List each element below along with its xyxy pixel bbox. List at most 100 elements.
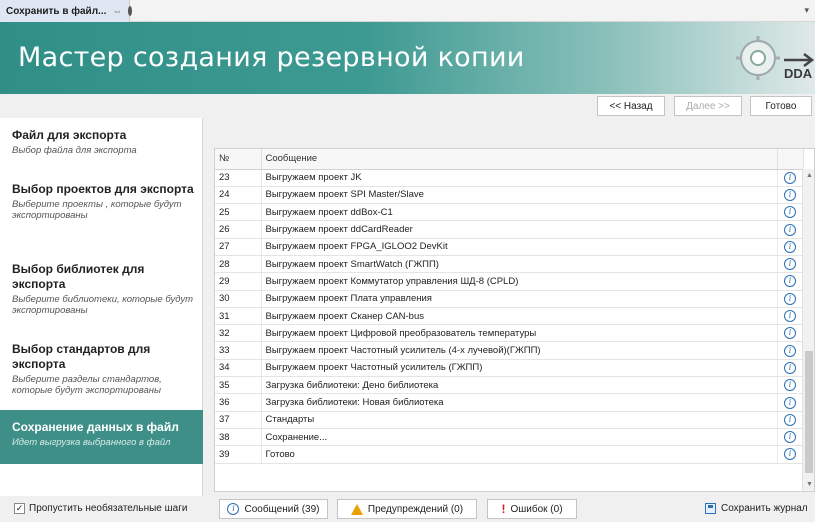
messages-filter-button[interactable]: i Сообщений (39)	[219, 499, 328, 519]
table-row[interactable]: 24 Выгружаем проект SPI Master/Slave i	[215, 186, 804, 205]
step-title: Выбор стандартов для экспорта	[12, 342, 151, 371]
row-status: i	[777, 393, 804, 412]
vertical-scrollbar[interactable]: ▲ ▼	[802, 169, 814, 491]
step-title: Выбор библиотек для экспорта	[12, 262, 145, 291]
table-row[interactable]: 35 Загрузка библиотеки: Дено библиотека i	[215, 376, 804, 395]
table-row[interactable]: 33 Выгружаем проект Частотный усилитель (…	[215, 341, 804, 360]
info-icon: i	[784, 188, 796, 201]
step-select-libraries[interactable]: Выбор библиотек для экспорта Выберите би…	[0, 262, 203, 316]
table-row[interactable]: 26 Выгружаем проект ddCardReader i	[215, 220, 804, 239]
step-save-data[interactable]: Сохранение данных в файл Идет выгрузка в…	[0, 410, 203, 464]
step-export-file[interactable]: Файл для экспорта Выбор файла для экспор…	[0, 128, 203, 156]
skip-optional-checkbox[interactable]: ✓	[14, 503, 25, 514]
row-message: Готово	[261, 445, 778, 464]
scroll-up-icon[interactable]: ▲	[806, 172, 813, 179]
tab-title: Сохранить в файл...	[6, 5, 107, 17]
step-description: Выберите библиотеки, которые будут экспо…	[12, 294, 194, 316]
info-icon: i	[784, 223, 796, 236]
table-row[interactable]: 32 Выгружаем проект Цифровой преобразоват…	[215, 324, 804, 343]
table-row[interactable]: 31 Выгружаем проект Сканер CAN-bus i	[215, 307, 804, 326]
warnings-filter-button[interactable]: Предупреждений (0)	[337, 499, 477, 519]
row-status: i	[777, 307, 804, 326]
row-message: Выгружаем проект Частотный усилитель (ГЖ…	[261, 359, 778, 378]
info-icon: i	[784, 396, 796, 409]
row-number: 34	[215, 359, 262, 378]
save-log-button[interactable]: Сохранить журнал	[705, 503, 808, 514]
wizard-banner: Мастер создания резервной копии DDA	[0, 22, 815, 94]
table-row[interactable]: 30 Выгружаем проект Плата управления i	[215, 290, 804, 308]
row-status: i	[777, 255, 804, 274]
row-number: 31	[215, 307, 262, 326]
done-button[interactable]: Готово	[750, 96, 812, 116]
row-message: Выгружаем проект Частотный усилитель (4-…	[261, 341, 778, 360]
save-log-label: Сохранить журнал	[721, 503, 808, 514]
next-button[interactable]: Далее >>	[674, 96, 742, 116]
row-message: Загрузка библиотеки: Новая библиотека	[261, 393, 778, 412]
info-icon: i	[784, 258, 796, 271]
row-number: 27	[215, 238, 262, 256]
table-row[interactable]: 36 Загрузка библиотеки: Новая библиотека i	[215, 393, 804, 412]
info-icon: i	[784, 240, 796, 253]
row-status: i	[777, 341, 804, 360]
row-status: i	[777, 220, 804, 239]
scroll-down-icon[interactable]: ▼	[806, 481, 813, 488]
wizard-nav-bar: << Назад Далее >> Готово	[0, 94, 815, 118]
row-number: 39	[215, 445, 262, 464]
step-select-standards[interactable]: Выбор стандартов для экспорта Выберите р…	[0, 342, 203, 396]
row-number: 24	[215, 186, 262, 205]
tab-save-to-file[interactable]: Сохранить в файл... ⇔	[0, 0, 133, 22]
row-number: 26	[215, 220, 262, 239]
table-row[interactable]: 25 Выгружаем проект ddBox-C1 i	[215, 203, 804, 222]
step-select-projects[interactable]: Выбор проектов для экспорта Выберите про…	[0, 182, 203, 221]
column-header-icon[interactable]	[777, 149, 804, 170]
row-number: 25	[215, 203, 262, 222]
table-row[interactable]: 34 Выгружаем проект Частотный усилитель (…	[215, 359, 804, 378]
info-icon: i	[784, 310, 796, 323]
row-status: i	[777, 411, 804, 429]
column-header-number[interactable]: №	[215, 149, 262, 170]
row-status: i	[777, 359, 804, 378]
info-icon: i	[784, 206, 796, 219]
row-status: i	[777, 186, 804, 205]
table-row[interactable]: 39 Готово i	[215, 445, 804, 464]
chevron-down-icon[interactable]: ▾	[804, 5, 809, 16]
table-row[interactable]: 38 Сохранение... i	[215, 428, 804, 447]
errors-filter-button[interactable]: ! Ошибок (0)	[487, 499, 577, 519]
info-icon: i	[227, 503, 240, 515]
step-description: Выберите проекты , которые будут экспорт…	[12, 199, 182, 221]
table-row[interactable]: 27 Выгружаем проект FPGA_IGLOO2 DevKit i	[215, 238, 804, 256]
step-title: Файл для экспорта	[12, 128, 127, 142]
row-message: Выгружаем проект Цифровой преобразовател…	[261, 324, 778, 343]
column-header-message[interactable]: Сообщение	[261, 149, 778, 170]
row-number: 38	[215, 428, 262, 447]
step-description: Выберите разделы стандартов, которые буд…	[12, 374, 162, 396]
pin-icon[interactable]: ⇔	[112, 6, 122, 17]
row-number: 37	[215, 411, 262, 429]
close-icon[interactable]	[128, 6, 133, 16]
errors-count-label: Ошибок (0)	[510, 503, 563, 515]
warnings-count-label: Предупреждений (0)	[367, 503, 464, 515]
row-number: 36	[215, 393, 262, 412]
row-status: i	[777, 272, 804, 291]
row-message: Выгружаем проект ddCardReader	[261, 220, 778, 239]
table-row[interactable]: 28 Выгружаем проект SmartWatch (ГЖПП) i	[215, 255, 804, 274]
row-status: i	[777, 238, 804, 256]
info-icon: i	[784, 292, 796, 305]
row-message: Выгружаем проект SmartWatch (ГЖПП)	[261, 255, 778, 274]
scroll-thumb[interactable]	[805, 351, 813, 473]
table-row[interactable]: 23 Выгружаем проект JK i	[215, 169, 804, 187]
back-button[interactable]: << Назад	[597, 96, 665, 116]
bottom-bar: ✓ Пропустить необязательные шаги i Сообщ…	[0, 496, 815, 522]
row-message: Сохранение...	[261, 428, 778, 447]
wizard-steps-panel: Файл для экспорта Выбор файла для экспор…	[0, 118, 203, 496]
wizard-title: Мастер создания резервной копии	[18, 42, 525, 73]
info-icon: i	[784, 344, 796, 357]
table-row[interactable]: 29 Выгружаем проект Коммутатор управления…	[215, 272, 804, 291]
document-tabstrip: Сохранить в файл... ⇔ ▾	[0, 0, 815, 22]
skip-optional-steps[interactable]: ✓ Пропустить необязательные шаги	[14, 503, 187, 514]
row-message: Стандарты	[261, 411, 778, 429]
table-row[interactable]: 37 Стандарты i	[215, 411, 804, 429]
row-message: Выгружаем проект Сканер CAN-bus	[261, 307, 778, 326]
row-message: Выгружаем проект Плата управления	[261, 290, 778, 308]
row-status: i	[777, 324, 804, 343]
